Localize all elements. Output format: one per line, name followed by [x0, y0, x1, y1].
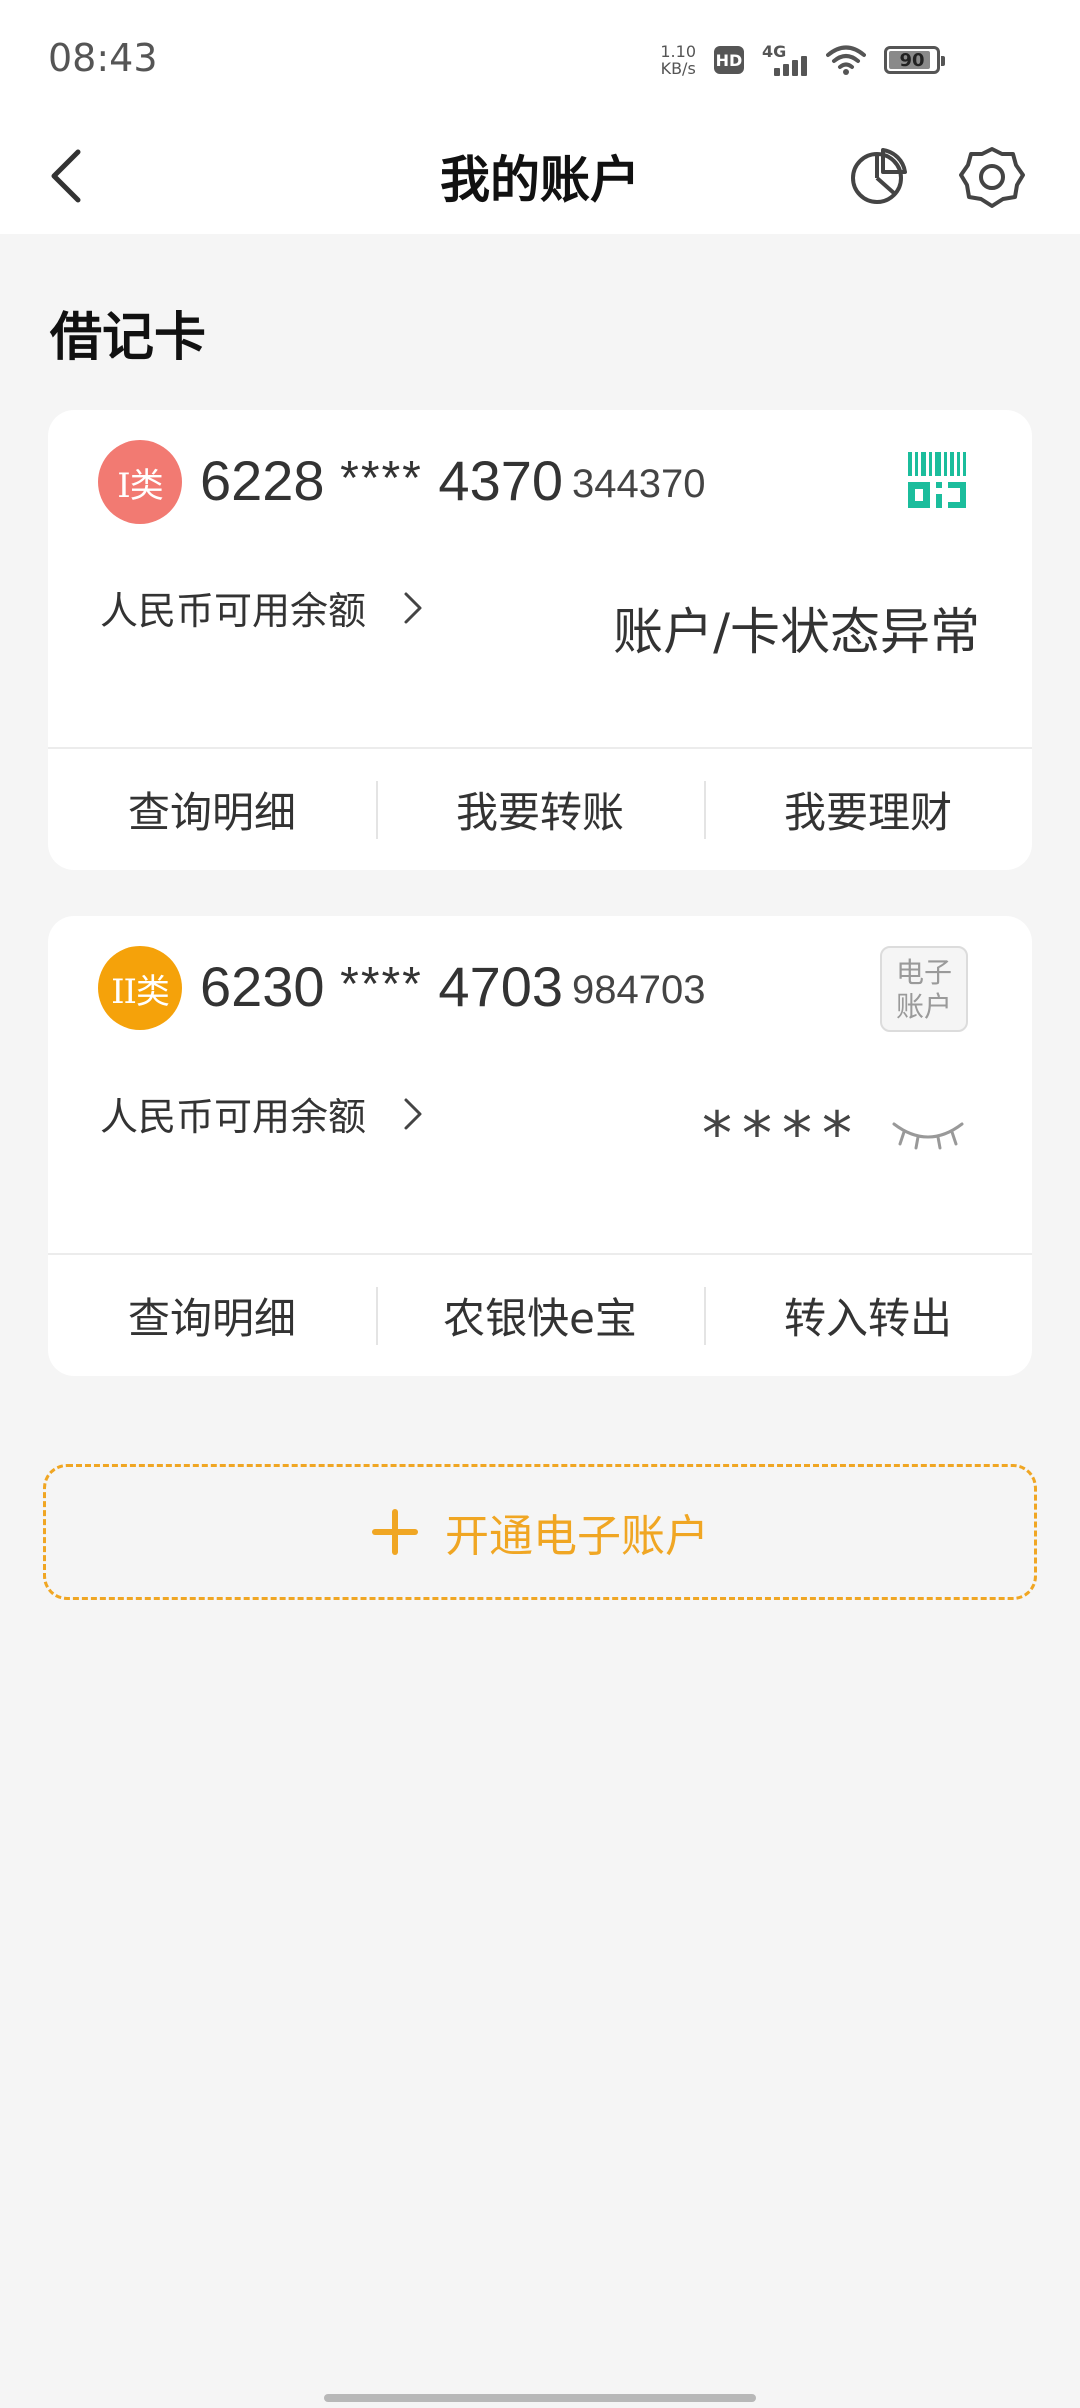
battery-level: 90 [899, 49, 925, 71]
hidden-balance: **** [702, 1104, 966, 1164]
wealth-management-button[interactable]: 我要理财 [704, 749, 1032, 870]
kuai-e-bao-button[interactable]: 农银快e宝 [376, 1255, 704, 1376]
e-account-tag: 电子 账户 [880, 946, 968, 1032]
card-action-bar: 查询明细 我要转账 我要理财 [48, 749, 1032, 870]
account-status-text: 账户/卡状态异常 [613, 603, 980, 661]
status-bar: 08:43 1.10 KB/s HD 4G 90 [0, 0, 1080, 120]
qr-code-icon[interactable] [906, 450, 968, 512]
card-number-prefix: 6230 [200, 955, 325, 1018]
page-title: 我的账户 [440, 151, 640, 209]
card-number-mask: **** [340, 958, 423, 1011]
section-title-debit-card: 借记卡 [50, 308, 207, 368]
card-action-bar: 查询明细 农银快e宝 转入转出 [48, 1255, 1032, 1376]
card-number-mask: **** [340, 452, 423, 505]
wifi-icon [826, 45, 866, 75]
hd-icon: HD [714, 46, 744, 74]
e-account-tag-line1: 电子 [895, 956, 952, 989]
chevron-right-icon [404, 1098, 422, 1129]
card-number-suffix: 4703 [438, 955, 563, 1018]
plus-icon [372, 1509, 418, 1555]
query-details-button[interactable]: 查询明细 [48, 749, 376, 870]
transfer-in-out-button[interactable]: 转入转出 [704, 1255, 1032, 1376]
card-short-number: 984703 [572, 968, 706, 1012]
balance-label: 人民币可用余额 [100, 589, 367, 633]
home-indicator[interactable] [324, 2394, 756, 2402]
debit-card-1: I类 6228 **** 4370 344370 人民币可用余额 账户/卡状态异… [48, 410, 1032, 870]
transfer-button[interactable]: 我要转账 [376, 749, 704, 870]
balance-row[interactable]: 人民币可用余额 [100, 580, 426, 635]
card-type-badge: II类 [98, 946, 182, 1030]
network-speed-value: 1.10 [660, 42, 696, 61]
pie-chart-icon[interactable] [843, 142, 913, 212]
gear-icon[interactable] [957, 142, 1027, 212]
e-account-tag-line2: 账户 [895, 990, 952, 1023]
chevron-right-icon [404, 592, 422, 623]
card-number: 6228 **** 4370 [200, 448, 563, 513]
network-speed-unit: KB/s [660, 59, 696, 78]
query-details-button[interactable]: 查询明细 [48, 1255, 376, 1376]
masked-balance: **** [702, 1099, 862, 1169]
card-short-number: 344370 [572, 462, 706, 506]
status-time: 08:43 [48, 36, 158, 80]
network-speed: 1.10 KB/s [660, 43, 696, 77]
open-e-account-label: 开通电子账户 [445, 1511, 709, 1562]
eye-closed-icon[interactable] [890, 1116, 966, 1152]
card-number-suffix: 4370 [438, 449, 563, 512]
balance-row[interactable]: 人民币可用余额 [100, 1086, 426, 1141]
cellular-signal-icon: 4G [762, 42, 808, 78]
battery-icon: 90 [884, 46, 945, 74]
card-number: 6230 **** 4703 [200, 954, 563, 1019]
debit-card-2: II类 6230 **** 4703 984703 电子 账户 人民币可用余额 … [48, 916, 1032, 1376]
card-number-prefix: 6228 [200, 449, 325, 512]
balance-label: 人民币可用余额 [100, 1095, 367, 1139]
card-type-badge: I类 [98, 440, 182, 524]
open-e-account-button[interactable]: 开通电子账户 [43, 1464, 1037, 1600]
status-icons: 1.10 KB/s HD 4G 90 [660, 40, 945, 80]
header: 我的账户 [0, 120, 1080, 234]
